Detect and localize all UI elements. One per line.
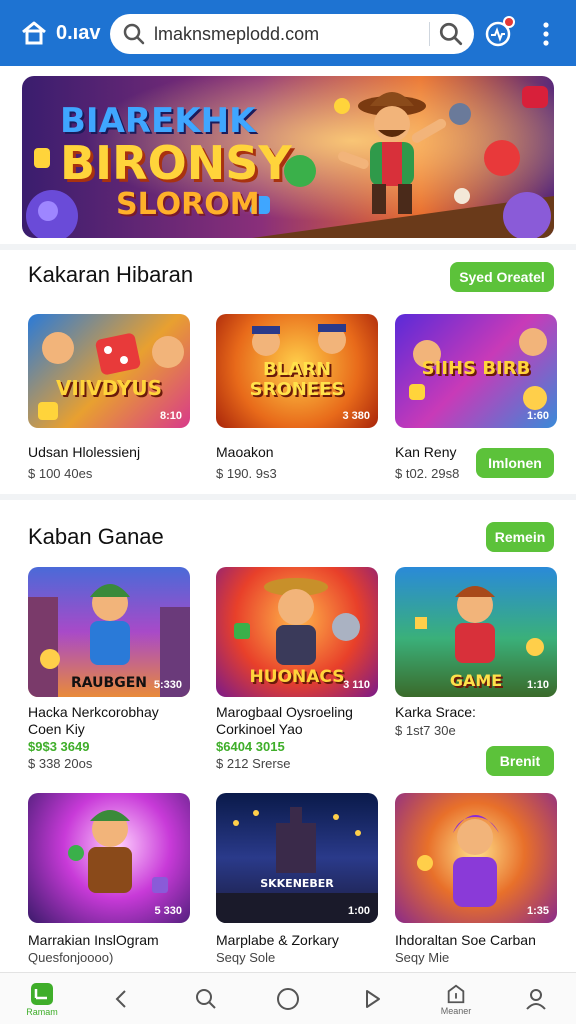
game-name: Marrakian InslOgram (28, 932, 159, 948)
thumbnail-art (216, 807, 378, 923)
game-thumbnail: SKKENEBER 1:00 (216, 793, 378, 923)
game-subtitle: Corkinoel Yao (216, 721, 303, 737)
thumbnail-badge: 3 110 (343, 679, 370, 691)
thumbnail-art (68, 810, 168, 893)
game-subtitle: Coen Kiy (28, 721, 85, 737)
nav-profile[interactable] (506, 973, 566, 1024)
search-input[interactable]: lmaknsmeplodd.com (154, 24, 319, 45)
game-thumbnail: VIIVDYUS 8:10 (28, 314, 190, 428)
section-divider (0, 494, 576, 500)
back-icon (115, 990, 126, 1008)
nav-search[interactable] (176, 973, 236, 1024)
game-meta: $ 1st7 30e (395, 723, 456, 738)
search-icon (123, 23, 145, 45)
thumbnail-label: SKKENEBER (260, 877, 334, 890)
hero-banner[interactable]: BIAREKHK BIRONSY SLOROM (22, 76, 554, 238)
thumbnail-badge: 5 330 (154, 905, 182, 917)
section-title: Kakaran Hibaran (28, 262, 194, 287)
game-meta: $ 100 40es (28, 466, 93, 481)
nav-home[interactable]: Ramam (12, 973, 72, 1024)
section-divider (0, 244, 576, 250)
store-icon (447, 984, 465, 1003)
hero-title-line2: BIRONSY (60, 136, 292, 190)
card-action-button[interactable]: Brenit (486, 746, 554, 776)
game-price: $9$3 3649 (28, 739, 90, 754)
circle-home-icon (277, 988, 299, 1010)
game-thumbnail: BLARN SRONEES 3 380 (216, 314, 378, 428)
section-action-button[interactable]: Remein (486, 522, 554, 552)
game-thumbnail: GAME 1:10 (395, 567, 557, 697)
game-name: Maoakon (216, 444, 274, 460)
hero-title-line3: SLOROM (116, 187, 260, 222)
nav-back[interactable] (92, 973, 152, 1024)
thumbnail-label: SIIHS BIRB (421, 358, 531, 379)
thumbnail-badge: 3 380 (342, 410, 370, 422)
game-meta: $ t02. 29s8 (395, 466, 460, 481)
game-meta: $ 190. 9s3 (216, 466, 277, 481)
game-thumbnail: SIIHS BIRB 1:60 (395, 314, 557, 428)
game-thumbnail: HUONACS 3 110 (216, 567, 378, 697)
game-meta: Seqy Mie (395, 950, 450, 965)
game-name: Kan Reny (395, 444, 457, 460)
search-bar[interactable]: lmaknsmeplodd.com (110, 14, 474, 54)
home-icon[interactable] (20, 20, 48, 46)
thumbnail-label: VIIVDYUS (55, 376, 163, 400)
search-divider (429, 22, 430, 46)
home-tab-icon (31, 982, 53, 1005)
nav-store[interactable]: Meaner (426, 973, 486, 1024)
thumbnail-badge: 8:10 (159, 410, 182, 422)
thumbnail-badge: 1:10 (526, 679, 549, 691)
game-name: Marplabe & Zorkary (216, 932, 339, 948)
game-price: $6404 3015 (216, 739, 285, 754)
site-label[interactable]: 0.ıav (56, 22, 100, 45)
game-name: Udsan Hlolessienj (28, 444, 141, 460)
nav-home-label: Ramam (26, 1006, 58, 1017)
notification-badge (503, 16, 515, 28)
search-submit-icon[interactable] (438, 21, 464, 47)
thumbnail-badge: 1:00 (347, 905, 370, 917)
thumbnail-badge: 1:35 (526, 905, 549, 917)
game-name: Karka Srace: (395, 704, 476, 720)
game-meta: $ 338 20os (28, 756, 93, 771)
game-meta: Quesfonjoooo) (28, 950, 114, 965)
thumbnail-badge: 1:60 (526, 410, 549, 422)
top-app-bar: 0.ıav lmaknsmeplodd.com (0, 0, 576, 66)
card-action-button[interactable]: Imlonen (476, 448, 554, 478)
more-options-icon[interactable] (536, 20, 556, 48)
game-name: Hacka Nerkcorobhay (28, 704, 159, 720)
nav-play[interactable] (342, 973, 402, 1024)
section-title: Kaban Ganae (28, 524, 164, 549)
hero-title-line1: BIAREKHK (60, 101, 256, 141)
game-name: Marogbaal Oysroeling (216, 704, 353, 720)
section-action-button[interactable]: Syed Oreatel (450, 262, 554, 292)
game-meta: $ 212 Srerse (216, 756, 291, 771)
search-tab-icon (196, 989, 216, 1009)
hero-title: BIAREKHK BIRONSY SLOROM (60, 104, 292, 220)
thumbnail-badge: 5:330 (153, 679, 182, 691)
game-thumbnail: 1:35 (395, 793, 557, 923)
thumbnail-art (417, 815, 499, 907)
thumbnail-label: BLARN SRONEES (249, 359, 345, 400)
game-meta: Seqy Sole (216, 950, 276, 965)
game-thumbnail: RAUBGEN 5:330 (28, 567, 190, 697)
nav-home-button[interactable] (258, 973, 318, 1024)
game-name: Ihdoraltan Soe Carban (395, 932, 536, 948)
nav-store-label: Meaner (440, 1005, 472, 1016)
play-icon (366, 990, 380, 1008)
profile-icon (526, 989, 546, 1010)
bottom-navigation: Ramam Meaner (0, 972, 576, 1024)
game-thumbnail: 5 330 (28, 793, 190, 923)
